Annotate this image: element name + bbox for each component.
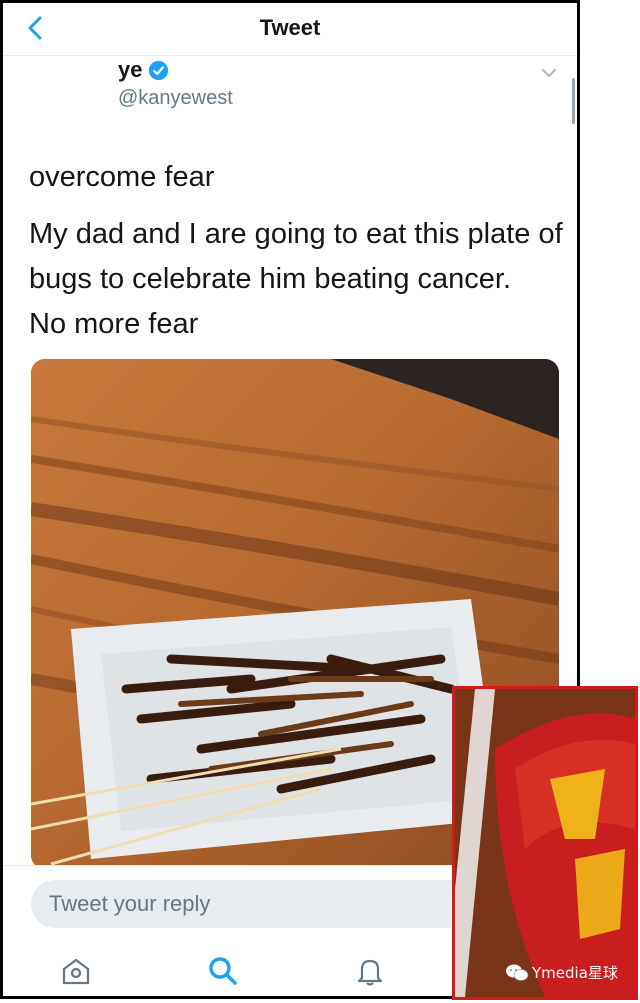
- tweet-line: My dad and I are going to eat this plate…: [29, 218, 563, 295]
- verified-badge-icon: [149, 60, 169, 80]
- nav-bar: Tweet: [3, 3, 577, 56]
- author-handle[interactable]: @kanyewest: [118, 87, 233, 110]
- tweet-line: No more fear: [29, 308, 199, 340]
- tweet-text: overcome fear My dad and I are going to …: [29, 155, 564, 347]
- red-bottle-photo: [455, 689, 635, 997]
- author-name[interactable]: ye: [118, 57, 142, 83]
- tweet-author[interactable]: ye @kanyewest: [118, 57, 233, 110]
- tweet-line: overcome fear: [29, 161, 215, 193]
- watermark: Ymedia星球: [505, 962, 618, 983]
- search-icon[interactable]: [206, 954, 240, 988]
- page-title: Tweet: [259, 15, 321, 40]
- notifications-icon[interactable]: [353, 954, 387, 988]
- scrollbar[interactable]: [572, 78, 575, 124]
- chevron-down-icon[interactable]: [539, 63, 559, 83]
- wechat-icon: [506, 964, 529, 981]
- home-icon[interactable]: [59, 954, 93, 988]
- watermark-text: Ymedia星球: [532, 964, 618, 982]
- inset-photo: [452, 686, 638, 1000]
